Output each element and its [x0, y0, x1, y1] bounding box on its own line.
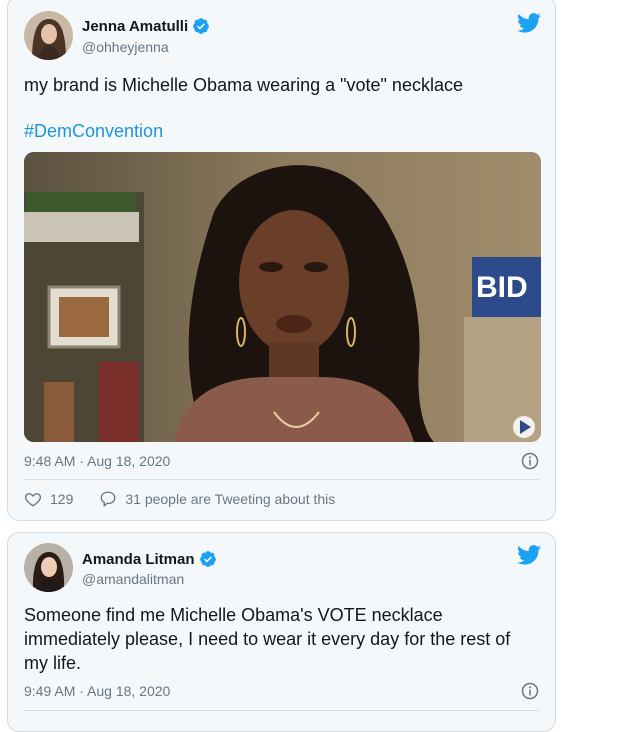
- author-name-text[interactable]: Amanda Litman: [82, 551, 195, 568]
- verified-badge-icon: [193, 18, 210, 34]
- author-handle[interactable]: @ohheyjenna: [82, 39, 169, 55]
- like-button[interactable]: 129: [24, 490, 73, 508]
- twitter-bird-icon[interactable]: [517, 545, 541, 565]
- info-icon[interactable]: [521, 452, 539, 470]
- author-name-text[interactable]: Jenna Amatulli: [82, 18, 188, 35]
- twitter-bird-icon[interactable]: [517, 13, 541, 33]
- bg-sign-text: BID: [476, 271, 528, 304]
- author-handle[interactable]: @amandalitman: [82, 571, 184, 587]
- heart-icon: [24, 493, 42, 507]
- like-count: 129: [50, 491, 74, 507]
- tweet-video[interactable]: BID: [24, 152, 541, 442]
- tweet-timestamp[interactable]: 9:49 AM · Aug 18, 2020: [24, 683, 170, 699]
- conversation-link[interactable]: 31 people are Tweeting about this: [99, 490, 335, 508]
- video-frame: BID: [24, 152, 541, 442]
- verified-badge-icon: [199, 551, 216, 567]
- info-icon[interactable]: [521, 682, 539, 700]
- avatar[interactable]: [24, 11, 73, 60]
- tweet-card-amanda[interactable]: Amanda Litman @amandalitman Someone find…: [7, 532, 556, 732]
- conversation-text: 31 people are Tweeting about this: [125, 491, 336, 507]
- divider: [24, 479, 539, 480]
- hashtag-link[interactable]: #DemConvention: [24, 121, 163, 142]
- tweet-text: Someone find me Michelle Obama's VOTE ne…: [24, 605, 511, 673]
- avatar[interactable]: [24, 543, 73, 592]
- tweet-timestamp[interactable]: 9:48 AM · Aug 18, 2020: [24, 453, 170, 469]
- author-name[interactable]: Amanda Litman: [82, 550, 217, 568]
- divider: [24, 710, 539, 711]
- speech-bubble-icon: [100, 491, 116, 508]
- tweet-text: my brand is Michelle Obama wearing a "vo…: [24, 75, 463, 95]
- tweet-card-jenna[interactable]: Jenna Amatulli @ohheyjenna my brand is M…: [7, 0, 556, 521]
- tweet-actions: 129 31 people are Tweeting about this: [24, 490, 335, 508]
- author-name[interactable]: Jenna Amatulli: [82, 17, 210, 35]
